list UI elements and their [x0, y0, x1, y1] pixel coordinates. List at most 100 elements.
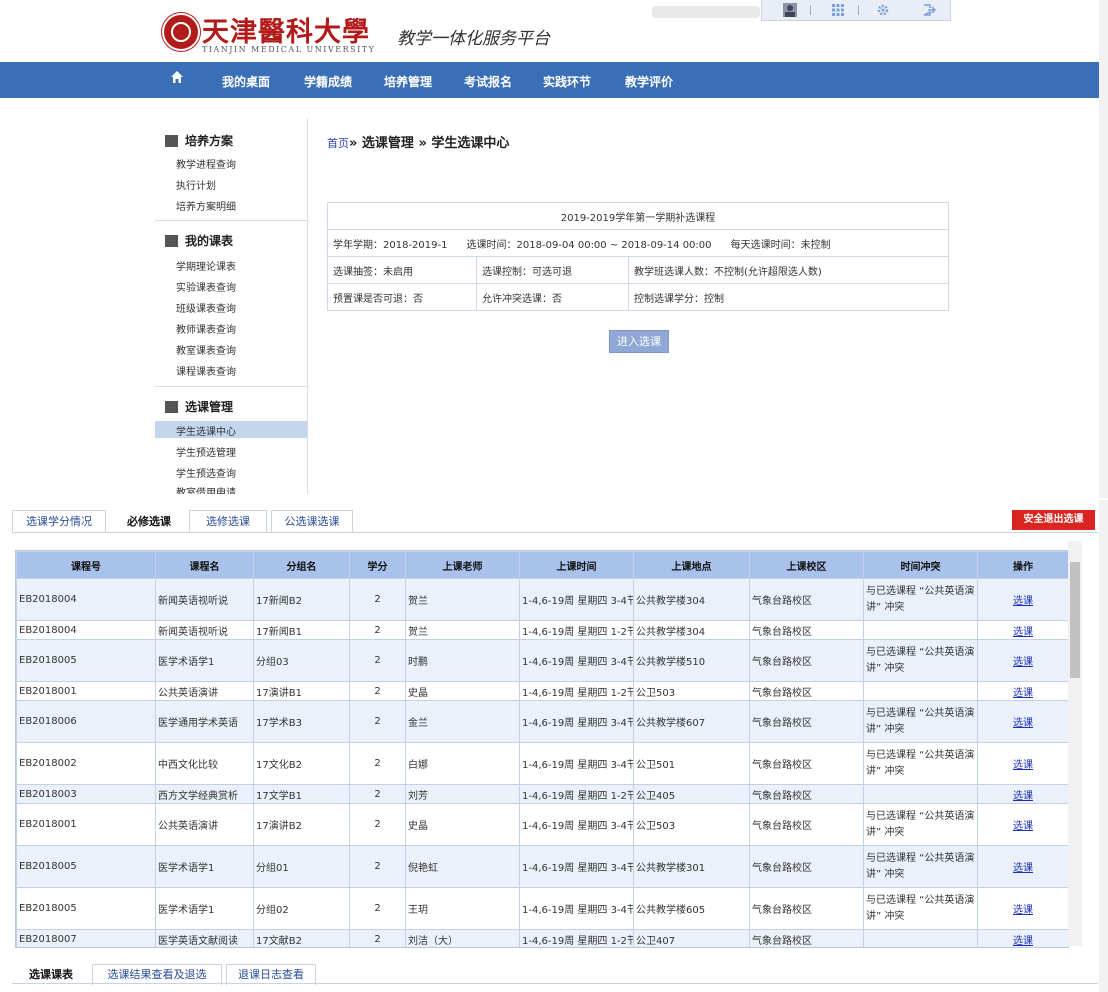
table-cell: 王玥: [405, 887, 520, 930]
select-course-link[interactable]: 选课: [1013, 905, 1033, 916]
sidebar-item[interactable]: 学生预选管理: [176, 444, 236, 459]
sidebar-item[interactable]: 学生预选查询: [176, 465, 236, 480]
table-cell: 公卫407: [633, 929, 750, 947]
sidebar-item[interactable]: 教学进程查询: [176, 156, 236, 171]
user-avatar-icon[interactable]: [783, 3, 797, 17]
table-cell: 与已选课程 “公共英语演讲” 冲突: [863, 700, 978, 743]
table-cell: 2: [349, 620, 406, 640]
sidebar-item[interactable]: 学期理论课表: [176, 258, 236, 273]
tab-public-elective-courses[interactable]: 公选课选课: [271, 510, 353, 533]
table-cell: 气象台路校区: [749, 620, 864, 640]
sidebar-item[interactable]: 实验课表查询: [176, 279, 236, 294]
table-cell: 17文化B2: [253, 742, 350, 785]
tab-selection-results[interactable]: 选课结果查看及退选: [92, 964, 222, 985]
select-course-link[interactable]: 选课: [1013, 936, 1033, 947]
table-cell: 1-4,6-19周 星期四 3-4节: [519, 578, 634, 621]
tab-required-courses[interactable]: 必修选课: [114, 510, 184, 533]
table-cell: 公共教学楼304: [633, 578, 750, 621]
select-course-link[interactable]: 选课: [1013, 657, 1033, 668]
table-cell: 2: [349, 742, 406, 785]
table-cell: 17文学B1: [253, 784, 350, 804]
table-cell: EB2018001: [16, 803, 156, 846]
table-cell: 刘芳: [405, 784, 520, 804]
table-cell: 选课: [977, 784, 1068, 804]
breadcrumb-home-link[interactable]: 首页: [327, 137, 349, 150]
column-header: 上课校区: [749, 551, 864, 579]
table-cell: 金兰: [405, 700, 520, 743]
top-toolbar: [761, 0, 951, 21]
sidebar-item-student-course-center[interactable]: 学生选课中心: [176, 423, 236, 438]
sidebar-item[interactable]: 教师课表查询: [176, 321, 236, 336]
table-cell: 气象台路校区: [749, 700, 864, 743]
sidebar-section-title: 培养方案: [185, 134, 234, 148]
tab-course-schedule[interactable]: 选课课表: [15, 964, 87, 985]
table-cell: 1-4,6-19周 星期四 3-4节: [519, 803, 634, 846]
table-cell: 选课: [977, 639, 1068, 682]
page-scrollbar-top[interactable]: [1099, 0, 1108, 498]
table-cell: 公共英语演讲: [155, 803, 254, 846]
table-cell: 17演讲B2: [253, 803, 350, 846]
table-cell: 公共教学楼607: [633, 700, 750, 743]
table-cell: 选课: [977, 845, 1068, 888]
table-cell: 中西文化比较: [155, 742, 254, 785]
table-cell: 与已选课程 “公共英语演讲” 冲突: [863, 578, 978, 621]
table-header-row: 课程号 课程名 分组名 学分 上课老师 上课时间 上课地点 上课校区 时间冲突 操作: [16, 551, 1068, 579]
tab-withdrawal-log[interactable]: 退课日志查看: [226, 964, 316, 985]
table-cell: 与已选课程 “公共英语演讲” 冲突: [863, 845, 978, 888]
column-header: 上课地点: [633, 551, 750, 579]
tab-elective-courses[interactable]: 选修选课: [189, 510, 267, 533]
select-course-link[interactable]: 选课: [1013, 791, 1033, 802]
table-cell: 西方文学经典赏析: [155, 784, 254, 804]
page-scrollbar-bottom[interactable]: [1099, 500, 1108, 992]
safe-exit-button[interactable]: 安全退出选课: [1012, 510, 1095, 530]
sidebar-item[interactable]: 执行计划: [176, 177, 216, 192]
table-cell: 与已选课程 “公共英语演讲” 冲突: [863, 803, 978, 846]
nav-enrollment-grades[interactable]: 学籍成绩: [304, 73, 352, 90]
table-scrollbar-thumb[interactable]: [1070, 562, 1080, 678]
select-course-link[interactable]: 选课: [1013, 596, 1033, 607]
select-course-link[interactable]: 选课: [1013, 627, 1033, 638]
info-conflict: 允许冲突选课：否: [476, 283, 629, 311]
sidebar-item[interactable]: 课程课表查询: [176, 363, 236, 378]
info-preset: 预置课是否可退：否: [327, 283, 477, 311]
table-cell: EB2018006: [16, 700, 156, 743]
gear-icon[interactable]: [876, 3, 890, 17]
section-icon: [165, 401, 178, 413]
tab-credit-status[interactable]: 选课学分情况: [12, 510, 106, 533]
sidebar-item[interactable]: 教室课表查询: [176, 342, 236, 357]
table-cell: 公共教学楼510: [633, 639, 750, 682]
table-cell: 公共英语演讲: [155, 681, 254, 701]
table-cell: 1-4,6-19周 星期四 3-4节: [519, 639, 634, 682]
nav-training-management[interactable]: 培养管理: [384, 73, 432, 90]
table-cell: [863, 929, 978, 947]
logout-icon[interactable]: [922, 3, 936, 17]
info-lottery: 选课抽签：未启用: [327, 256, 477, 284]
bottom-tab-divider: [12, 983, 1098, 984]
nav-exam-registration[interactable]: 考试报名: [464, 73, 512, 90]
select-course-link[interactable]: 选课: [1013, 863, 1033, 874]
home-icon[interactable]: [170, 70, 184, 84]
table-cell: EB2018005: [16, 887, 156, 930]
select-course-link[interactable]: 选课: [1013, 718, 1033, 729]
sidebar-item[interactable]: 教室借用申请: [176, 484, 236, 494]
column-header: 上课时间: [519, 551, 634, 579]
table-cell: 1-4,6-19周 星期四 1-2节: [519, 929, 634, 947]
table-cell: 17演讲B1: [253, 681, 350, 701]
column-header: 课程名: [155, 551, 254, 579]
nav-practice[interactable]: 实践环节: [543, 73, 591, 90]
table-cell: EB2018005: [16, 845, 156, 888]
table-cell: 史晶: [405, 803, 520, 846]
enter-course-selection-button[interactable]: 进入选课: [609, 330, 669, 353]
table-cell: 选课: [977, 578, 1068, 621]
apps-grid-icon[interactable]: [831, 3, 845, 17]
nav-teaching-evaluation[interactable]: 教学评价: [625, 73, 673, 90]
select-course-link[interactable]: 选课: [1013, 760, 1033, 771]
sidebar-item[interactable]: 班级课表查询: [176, 300, 236, 315]
table-cell: 公共教学楼301: [633, 845, 750, 888]
table-cell: 医学术语学1: [155, 887, 254, 930]
select-course-link[interactable]: 选课: [1013, 688, 1033, 699]
sidebar-item[interactable]: 培养方案明细: [176, 198, 236, 213]
table-cell: 选课: [977, 700, 1068, 743]
nav-my-desktop[interactable]: 我的桌面: [222, 73, 270, 90]
select-course-link[interactable]: 选课: [1013, 821, 1033, 832]
